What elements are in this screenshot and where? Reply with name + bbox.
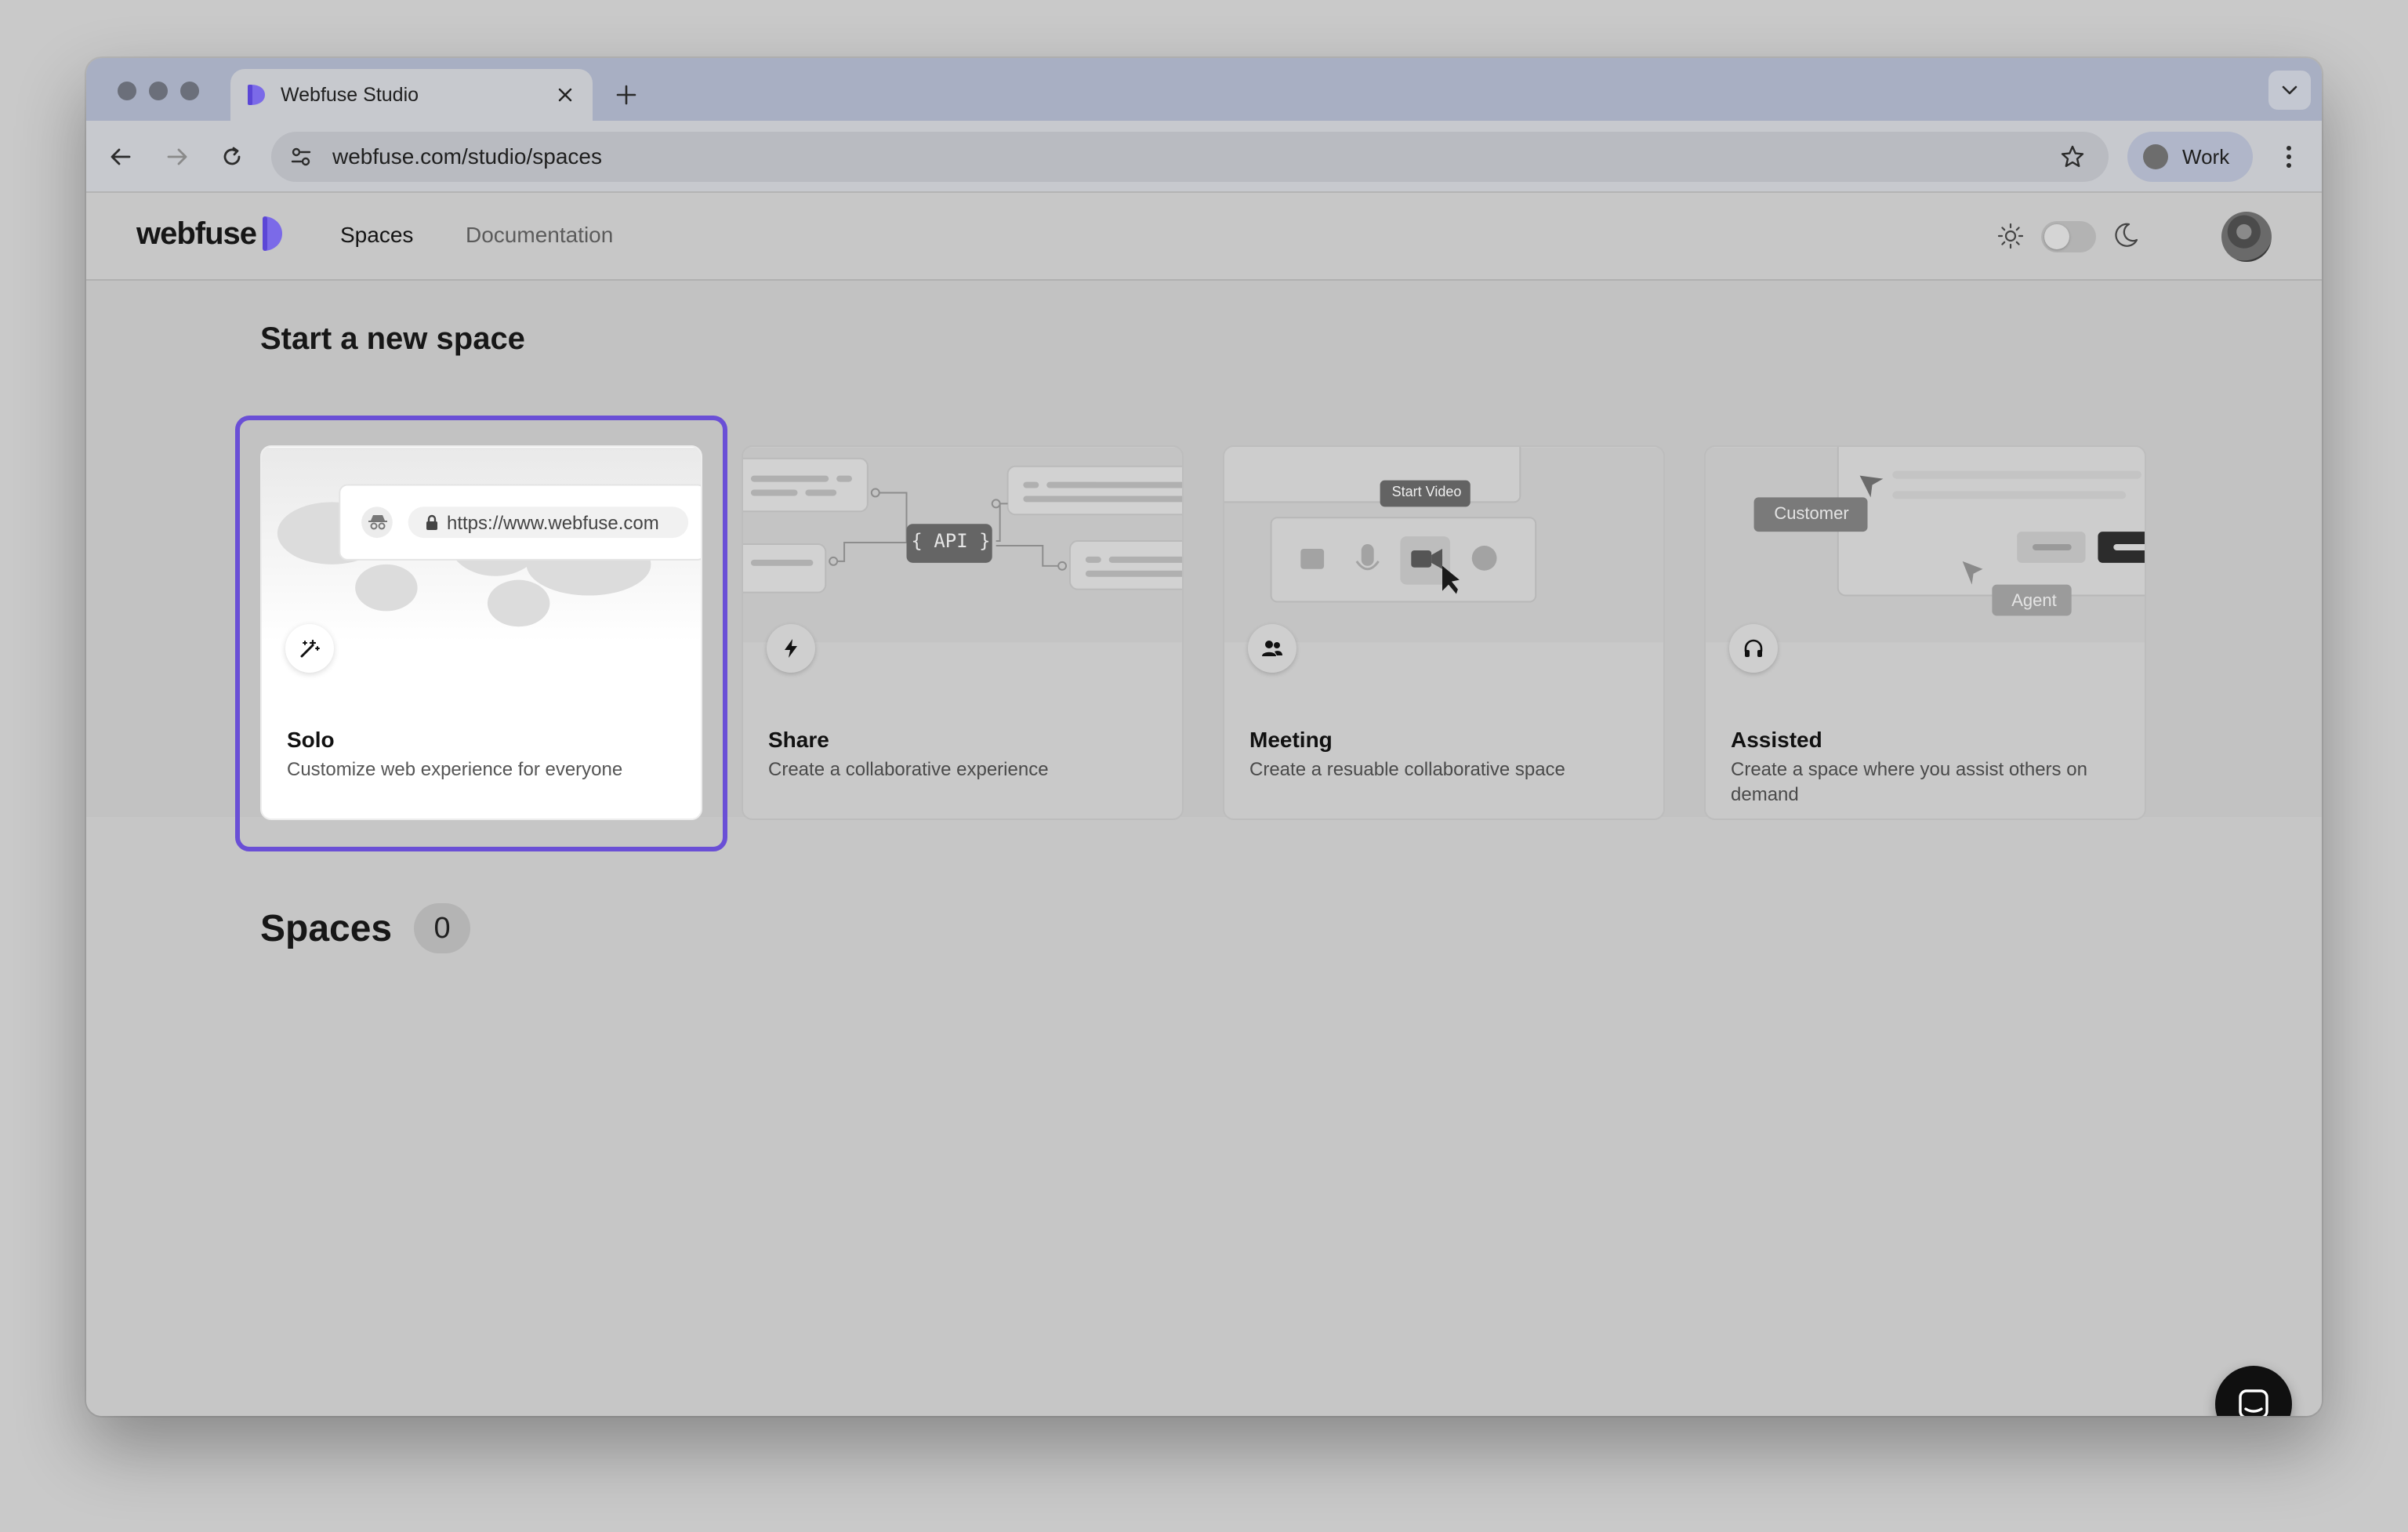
profile-label: Work — [2182, 144, 2230, 169]
url-text[interactable]: webfuse.com/studio/spaces — [332, 144, 2054, 169]
card-title: Share — [768, 728, 829, 752]
users-icon — [1248, 624, 1296, 673]
browser-menu-icon[interactable] — [2273, 138, 2305, 176]
api-badge: { API } — [911, 530, 991, 552]
incognito-icon — [367, 513, 389, 532]
reload-icon[interactable] — [213, 138, 251, 176]
meeting-illustration — [1224, 447, 1663, 643]
space-card-solo[interactable]: https://www.webfuse.com Solo Customize w… — [260, 445, 702, 820]
close-tab-icon[interactable] — [552, 82, 578, 108]
address-bar[interactable]: webfuse.com/studio/spaces — [271, 132, 2109, 182]
nav-spaces-link[interactable]: Spaces — [340, 223, 413, 248]
webfuse-logo[interactable]: webfuse — [136, 215, 283, 252]
solo-illustration — [262, 447, 701, 643]
browser-toolbar: webfuse.com/studio/spaces Work — [86, 121, 2322, 193]
start-video-tooltip: Start Video — [1391, 484, 1462, 499]
minimize-window-button[interactable] — [149, 82, 168, 100]
card-description: Customize web experience for everyone — [287, 759, 623, 780]
space-card-assisted[interactable]: Customer Agent Assisted Create a space w… — [1704, 445, 2146, 820]
card-description: Create a resuable collaborative space — [1249, 759, 1565, 780]
space-card-share[interactable]: { API } Share Create a collaborative exp… — [742, 445, 1184, 820]
section-title: Start a new space — [260, 321, 525, 356]
moon-icon — [2115, 223, 2138, 247]
app-header: webfuse Spaces Documentation — [86, 193, 2322, 281]
card-description: Create a collaborative experience — [768, 759, 1049, 780]
tab-strip: Webfuse Studio — [86, 58, 2322, 121]
site-settings-icon[interactable] — [285, 141, 317, 172]
spaces-count-badge: 0 — [414, 903, 471, 953]
profile-avatar — [2143, 144, 2168, 169]
theme-toggle[interactable] — [2041, 221, 2096, 252]
page-content: webfuse Spaces Documentation Start a new… — [86, 193, 2322, 1416]
card-description: Create a space where you assist others o… — [1731, 759, 2087, 805]
tab-title: Webfuse Studio — [281, 83, 419, 106]
zoom-window-button[interactable] — [180, 82, 199, 100]
card-title: Solo — [287, 728, 335, 752]
bookmark-star-icon[interactable] — [2054, 138, 2091, 176]
space-card-meeting[interactable]: Start Video Meeting Create a resuable co… — [1223, 445, 1665, 820]
magic-wand-icon — [285, 624, 334, 673]
headphones-icon — [1729, 624, 1778, 673]
user-avatar[interactable] — [2221, 212, 2272, 262]
card-title: Meeting — [1249, 728, 1333, 752]
forward-arrow-icon[interactable] — [158, 138, 196, 176]
nav-documentation-link[interactable]: Documentation — [466, 223, 613, 248]
assisted-illustration — [1706, 447, 2145, 643]
webfuse-favicon-icon — [248, 85, 265, 105]
solo-url-text: https://www.webfuse.com — [447, 513, 659, 534]
chat-support-button[interactable] — [2215, 1366, 2292, 1416]
lightning-icon — [767, 624, 815, 673]
back-arrow-icon[interactable] — [102, 138, 140, 176]
browser-window: Webfuse Studio webfuse.com/studio/spaces… — [86, 58, 2322, 1416]
spaces-title: Spaces — [260, 907, 393, 949]
logo-mark-icon — [263, 216, 283, 251]
agent-label: Agent — [2011, 590, 2057, 610]
close-window-button[interactable] — [118, 82, 136, 100]
customer-label: Customer — [1774, 503, 1849, 523]
chat-icon — [2239, 1389, 2268, 1416]
profile-button[interactable]: Work — [2127, 132, 2253, 182]
lock-icon — [425, 514, 439, 532]
new-tab-button[interactable] — [607, 75, 646, 114]
sun-icon — [1997, 223, 2024, 249]
spaces-heading: Spaces 0 — [260, 903, 471, 953]
start-new-space-section: Start a new space https://www.webfuse.co… — [86, 281, 2322, 820]
tab-search-chevron-icon[interactable] — [2268, 71, 2311, 110]
logo-text: webfuse — [136, 216, 257, 251]
card-title: Assisted — [1731, 728, 1822, 752]
browser-tab[interactable]: Webfuse Studio — [230, 69, 593, 121]
